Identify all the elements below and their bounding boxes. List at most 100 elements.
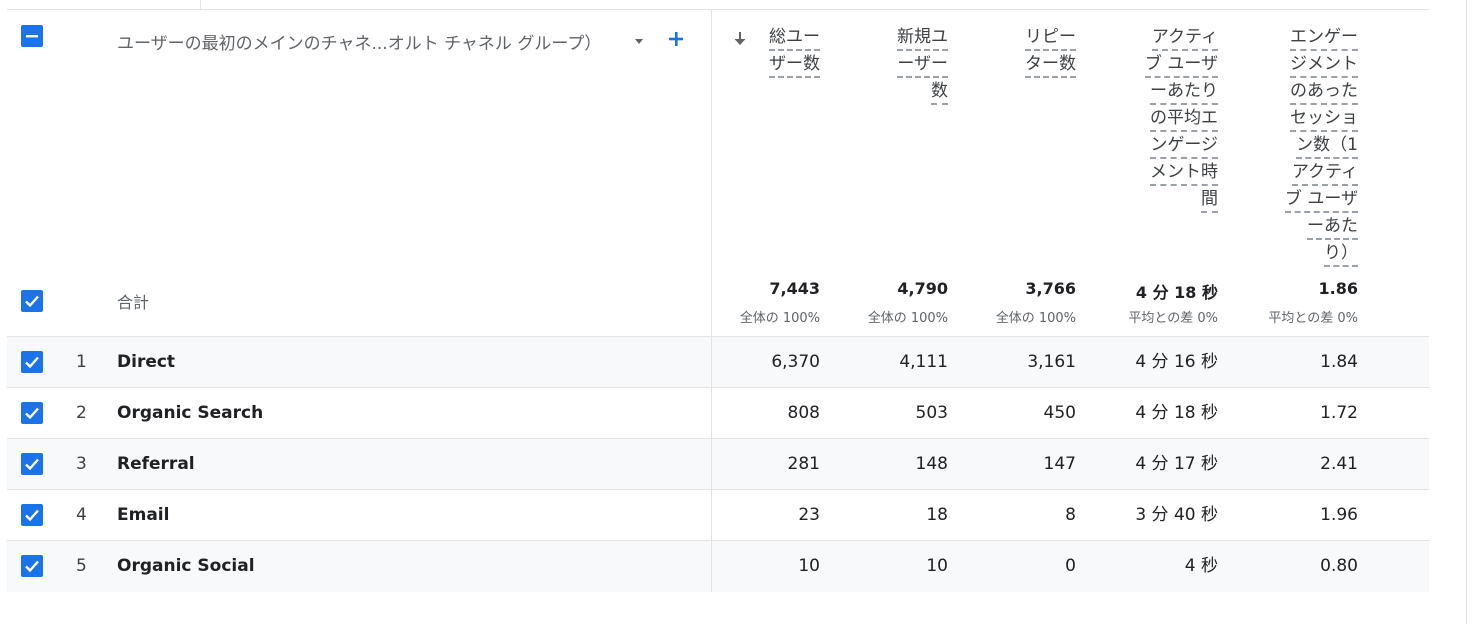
row-value: 4 分 17 秒	[1135, 454, 1218, 474]
column-header-line: ン数（1	[1296, 134, 1358, 159]
column-header-line: ザー数	[769, 53, 820, 78]
table-row[interactable]: 4 Email 23 18 8 3 分 40 秒 1.96	[7, 490, 1429, 541]
row-value: 808	[787, 403, 820, 423]
column-header-line: ブ ユーザ	[1144, 53, 1218, 78]
total-value: 7,443	[769, 279, 820, 298]
row-value: 1.84	[1320, 352, 1358, 372]
row-checkbox[interactable]	[21, 402, 43, 424]
top-border	[7, 9, 1429, 10]
row-value: 450	[1043, 403, 1076, 423]
check-icon	[25, 295, 39, 308]
minus-icon	[26, 35, 38, 38]
check-icon	[25, 509, 39, 522]
table-row[interactable]: 1 Direct 6,370 4,111 3,161 4 分 16 秒 1.84	[7, 337, 1429, 388]
row-value: 10	[926, 556, 948, 576]
column-header-avg-engagement[interactable]: アクティブ ユーザ ーあたり の平均エ ンゲージ メント時間	[1144, 26, 1218, 215]
row-value: 148	[915, 454, 948, 474]
row-value: 0	[1065, 556, 1076, 576]
total-value: 1.86	[1318, 279, 1358, 298]
row-value: 4,111	[899, 352, 948, 372]
row-value: 503	[915, 403, 948, 423]
scroll-track[interactable]	[1466, 0, 1467, 624]
add-dimension-icon[interactable]	[667, 30, 685, 48]
row-value: 147	[1043, 454, 1076, 474]
total-subtext: 全体の 100%	[739, 311, 820, 326]
column-header-line: リピー	[1025, 26, 1076, 51]
row-channel-name: Email	[117, 505, 170, 525]
row-channel-name: Organic Search	[117, 403, 264, 423]
column-header-line: ンゲージ	[1150, 134, 1218, 159]
row-value: 18	[926, 505, 948, 525]
check-icon	[25, 356, 39, 369]
column-header-line: 総ユー	[769, 26, 820, 51]
top-notch-divider	[200, 0, 201, 9]
totals-checkbox[interactable]	[21, 290, 43, 312]
dimension-label[interactable]: ユーザーの最初のメインのチャネ...オルト チャネル グループ）	[117, 29, 601, 54]
sort-arrow-down-icon[interactable]	[732, 30, 748, 48]
dropdown-arrow-icon[interactable]	[633, 36, 645, 46]
totals-label: 合計	[117, 293, 150, 312]
total-subtext: 全体の 100%	[995, 311, 1076, 326]
column-header-line: 数	[931, 80, 948, 105]
row-value: 281	[787, 454, 820, 474]
column-header-line: ジメント	[1290, 53, 1358, 78]
row-checkbox[interactable]	[21, 453, 43, 475]
check-icon	[25, 407, 39, 420]
row-channel-name: Referral	[117, 454, 195, 474]
total-subtext: 全体の 100%	[867, 311, 948, 326]
column-header-line: のあった	[1290, 80, 1358, 105]
column-header-line: ーあた	[1307, 215, 1358, 240]
row-index: 3	[76, 454, 87, 474]
row-channel-name: Organic Social	[117, 556, 255, 576]
check-icon	[25, 560, 39, 573]
column-header-line: エンゲー	[1290, 26, 1358, 51]
column-header-line: の平均エ	[1150, 107, 1218, 132]
column-header-total-users[interactable]: 総ユー ザー数	[769, 26, 820, 80]
total-subtext: 平均との差 0%	[1128, 311, 1218, 326]
column-header-line: アクティ	[1291, 161, 1358, 186]
row-checkbox[interactable]	[21, 504, 43, 526]
table-row[interactable]: 3 Referral 281 148 147 4 分 17 秒 2.41	[7, 439, 1429, 490]
select-all-checkbox[interactable]	[21, 25, 43, 47]
row-value: 3 分 40 秒	[1135, 505, 1218, 525]
row-checkbox[interactable]	[21, 351, 43, 373]
check-icon	[25, 458, 39, 471]
total-value: 3,766	[1025, 279, 1076, 298]
column-header-line: り）	[1324, 242, 1358, 267]
column-header-line: ター数	[1025, 53, 1076, 78]
column-header-line: セッショ	[1290, 107, 1358, 132]
column-header-line: ブ ユーザ	[1284, 188, 1358, 213]
row-divider	[711, 439, 712, 490]
row-index: 2	[76, 403, 87, 423]
row-value: 23	[798, 505, 820, 525]
row-divider	[711, 337, 712, 388]
column-header-line: 新規ユ	[897, 26, 948, 51]
row-divider	[711, 490, 712, 541]
table-row[interactable]: 2 Organic Search 808 503 450 4 分 18 秒 1.…	[7, 388, 1429, 439]
row-checkbox[interactable]	[21, 555, 43, 577]
column-header-line: メント時	[1150, 161, 1218, 186]
row-value: 8	[1065, 505, 1076, 525]
table-row[interactable]: 5 Organic Social 10 10 0 4 秒 0.80	[7, 541, 1429, 592]
row-value: 2.41	[1320, 454, 1358, 474]
row-value: 1.72	[1320, 403, 1358, 423]
row-value: 4 分 18 秒	[1135, 403, 1218, 423]
column-header-engaged-sessions[interactable]: エンゲー ジメント のあった セッショ ン数（1 アクティブ ユーザ ーあた り）	[1284, 26, 1358, 269]
row-value: 6,370	[771, 352, 820, 372]
column-header-line: アクティ	[1151, 26, 1218, 51]
row-divider	[711, 541, 712, 592]
row-value: 3,161	[1027, 352, 1076, 372]
total-value: 4 分 18 秒	[1135, 283, 1218, 302]
column-header-returning-users[interactable]: リピー ター数	[1025, 26, 1076, 80]
row-index: 1	[76, 352, 87, 372]
row-channel-name: Direct	[117, 352, 176, 372]
total-value: 4,790	[897, 279, 948, 298]
row-value: 1.96	[1320, 505, 1358, 525]
column-header-line: ーあたり	[1150, 80, 1218, 105]
column-header-new-users[interactable]: 新規ユ ーザー数	[897, 26, 948, 107]
total-subtext: 平均との差 0%	[1268, 311, 1358, 326]
column-header-line: ーザー	[897, 53, 948, 78]
row-value: 4 秒	[1184, 556, 1218, 576]
row-index: 4	[76, 505, 87, 525]
row-value: 10	[798, 556, 820, 576]
